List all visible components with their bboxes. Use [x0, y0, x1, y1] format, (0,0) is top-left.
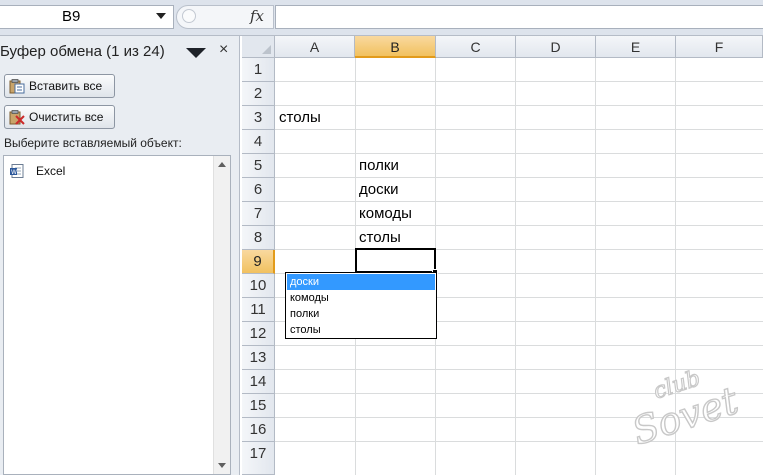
row-header-16[interactable]: 16: [242, 418, 275, 442]
gridline: [515, 58, 516, 475]
autocomplete-item[interactable]: столы: [287, 322, 435, 338]
clipboard-prompt: Выберите вставляемый объект:: [4, 136, 182, 150]
cell-b5[interactable]: полки: [359, 157, 399, 174]
autocomplete-item[interactable]: комоды: [287, 290, 435, 306]
autocomplete-dropdown[interactable]: доски комоды полки столы: [285, 272, 437, 339]
insert-function-icon[interactable]: fx: [250, 7, 264, 25]
gridline: [275, 153, 763, 154]
word-doc-icon: W: [10, 164, 24, 178]
gridline: [275, 177, 763, 178]
row-header-10[interactable]: 10: [242, 274, 275, 298]
gridline: [595, 58, 596, 475]
formula-bar: B9 fx: [0, 0, 763, 36]
gridline: [275, 201, 763, 202]
gridline: [275, 105, 763, 106]
clipboard-item-list: W Excel: [3, 155, 231, 475]
column-header-e[interactable]: E: [596, 36, 676, 58]
row-header-14[interactable]: 14: [242, 370, 275, 394]
column-header-a[interactable]: A: [275, 36, 355, 58]
scroll-down-icon[interactable]: [218, 463, 226, 468]
row-header-8[interactable]: 8: [242, 226, 275, 250]
cell-a3[interactable]: столы: [279, 109, 321, 126]
row-header-12[interactable]: 12: [242, 322, 275, 346]
cell-b7[interactable]: комоды: [359, 205, 412, 222]
gridline: [275, 345, 763, 346]
clipboard-scrollbar[interactable]: [213, 156, 230, 474]
row-header-5[interactable]: 5: [242, 154, 275, 178]
paste-all-button[interactable]: Вставить все: [4, 74, 115, 98]
autocomplete-item[interactable]: полки: [287, 306, 435, 322]
gridline: [275, 81, 763, 82]
row-header-2[interactable]: 2: [242, 82, 275, 106]
paste-all-label: Вставить все: [29, 79, 103, 93]
cell-b6[interactable]: доски: [359, 181, 399, 198]
select-all-corner[interactable]: [242, 36, 275, 58]
name-box-dropdown-icon[interactable]: [156, 13, 166, 19]
row-header-11[interactable]: 11: [242, 298, 275, 322]
active-cell-b9[interactable]: [355, 248, 436, 273]
clear-all-icon: [9, 110, 25, 125]
clipboard-pane: Буфер обмена (1 из 24) × Вставить все Оч…: [0, 36, 240, 475]
svg-text:W: W: [11, 169, 17, 176]
column-header-d[interactable]: D: [516, 36, 596, 58]
autocomplete-item[interactable]: доски: [287, 274, 435, 290]
scroll-up-icon[interactable]: [218, 162, 226, 167]
close-icon[interactable]: ×: [219, 41, 228, 59]
column-header-b[interactable]: B: [355, 36, 436, 58]
row-header-6[interactable]: 6: [242, 178, 275, 202]
pane-options-dropdown-icon[interactable]: [186, 48, 206, 58]
row-header-7[interactable]: 7: [242, 202, 275, 226]
clear-all-label: Очистить все: [29, 110, 104, 124]
row-header-9[interactable]: 9: [242, 250, 275, 274]
clipboard-item-label: Excel: [36, 164, 66, 178]
cell-b8[interactable]: столы: [359, 229, 401, 246]
row-header-1[interactable]: 1: [242, 58, 275, 82]
paste-all-icon: [9, 79, 25, 94]
row-header-15[interactable]: 15: [242, 394, 275, 418]
column-header-f[interactable]: F: [676, 36, 763, 58]
name-box[interactable]: B9: [0, 5, 174, 29]
gridline: [275, 225, 763, 226]
gridline: [275, 249, 763, 250]
formula-bar-grip-icon[interactable]: [182, 9, 196, 23]
formula-input[interactable]: [275, 5, 763, 29]
row-header-13[interactable]: 13: [242, 346, 275, 370]
row-header-3[interactable]: 3: [242, 106, 275, 130]
row-header-4[interactable]: 4: [242, 130, 275, 154]
row-header-17[interactable]: 17: [242, 442, 275, 475]
gridline: [275, 129, 763, 130]
clear-all-button[interactable]: Очистить все: [4, 105, 115, 129]
clipboard-title: Буфер обмена (1 из 24): [0, 43, 165, 60]
column-header-c[interactable]: C: [436, 36, 516, 58]
